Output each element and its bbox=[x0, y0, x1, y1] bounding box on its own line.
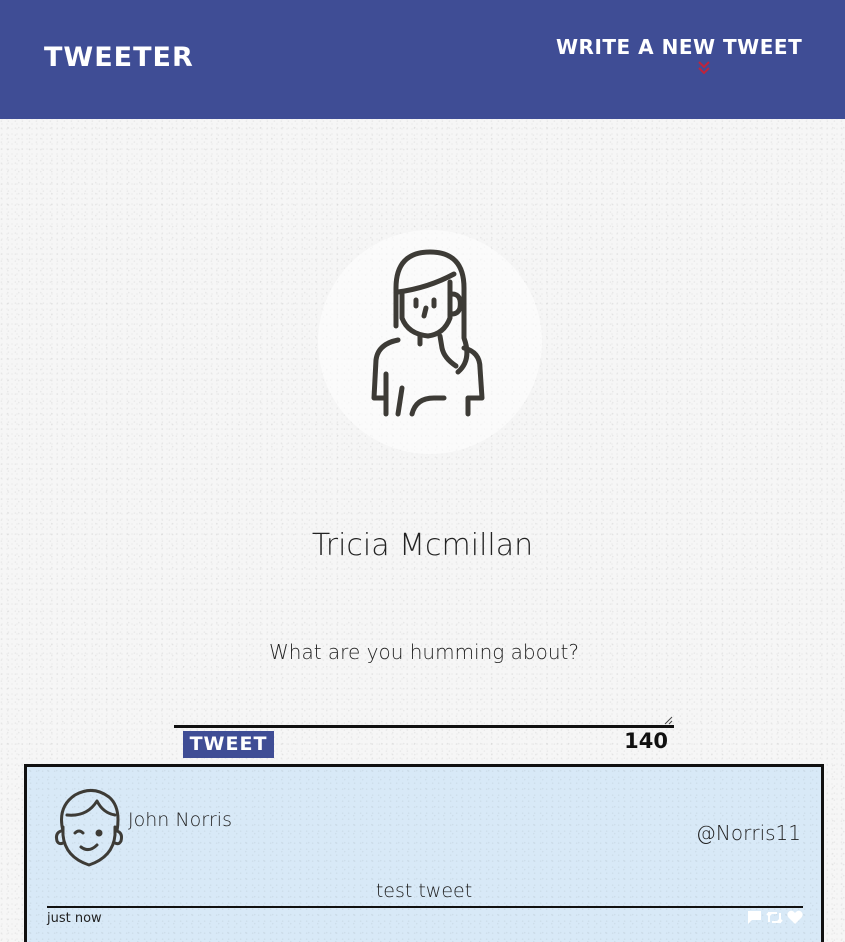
resize-grip-icon[interactable] bbox=[664, 716, 673, 725]
flag-icon[interactable] bbox=[747, 910, 762, 930]
tweet-timestamp: just now bbox=[47, 911, 102, 926]
write-new-tweet-label[interactable]: WRITE A NEW TWEET bbox=[556, 35, 816, 59]
woman-avatar-icon bbox=[371, 249, 485, 417]
tweet-actions bbox=[747, 910, 805, 926]
tweet-author-handle: @Norris11 bbox=[695, 821, 801, 845]
brand-logo[interactable]: TWEETER bbox=[44, 42, 194, 73]
tweet-textarea[interactable] bbox=[174, 636, 674, 728]
tweet-divider bbox=[47, 906, 803, 908]
heart-icon[interactable] bbox=[787, 910, 803, 930]
tweet-content: test tweet bbox=[375, 880, 473, 902]
write-new-tweet-toggle[interactable]: WRITE A NEW TWEET bbox=[556, 35, 816, 79]
man-avatar-icon bbox=[55, 789, 123, 867]
tweet-submit-button[interactable]: TWEET bbox=[183, 731, 274, 758]
profile-avatar bbox=[318, 230, 542, 454]
top-navbar: TWEETER WRITE A NEW TWEET bbox=[0, 0, 845, 119]
tweet-author-name: John Norris bbox=[128, 809, 232, 831]
profile-name: Tricia Mcmillan bbox=[311, 528, 534, 563]
retweet-icon[interactable] bbox=[766, 910, 783, 930]
tweet-card: John Norris @Norris11 test tweet just no… bbox=[24, 764, 824, 942]
double-chevron-down-icon[interactable] bbox=[697, 60, 711, 76]
character-counter: 140 bbox=[624, 729, 668, 753]
